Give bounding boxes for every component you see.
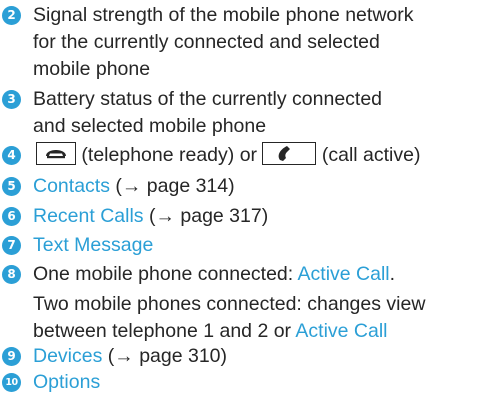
description-line: Battery status of the currently connecte…	[33, 88, 383, 110]
contacts-link[interactable]: Contacts	[33, 175, 110, 197]
active-call-link[interactable]: Active Call	[295, 320, 387, 342]
number-badge: 4	[2, 146, 21, 165]
call-active-text: (call active)	[321, 144, 421, 166]
description-text: between telephone 1 and 2 or	[33, 320, 292, 342]
legend-list: 2 Signal strength of the mobile phone ne…	[0, 0, 483, 394]
number-badge: 9	[2, 347, 21, 366]
options-link[interactable]: Options	[33, 371, 100, 393]
description-line: Signal strength of the mobile phone netw…	[33, 4, 414, 26]
call-active-icon	[262, 142, 317, 165]
page-reference: (→ page 310)	[107, 345, 228, 367]
item-description: Signal strength of the mobile phone netw…	[33, 2, 481, 83]
number-badge: 2	[2, 6, 21, 25]
number-badge: 5	[2, 177, 21, 196]
number-badge: 7	[2, 236, 21, 255]
page-reference: (→ page 314)	[115, 175, 235, 197]
devices-link[interactable]: Devices	[33, 345, 102, 367]
telephone-ready-text: (telephone ready) or	[81, 144, 258, 166]
number-badge: 10	[2, 373, 21, 392]
telephone-ready-icon	[36, 142, 76, 165]
item-description: Devices (→ page 310)	[33, 343, 481, 370]
item-description: Text Message	[33, 232, 481, 259]
active-call-link[interactable]: Active Call	[298, 263, 390, 285]
number-badge: 3	[2, 90, 21, 109]
number-badge: 8	[2, 265, 21, 284]
description-text: One mobile phone connected:	[33, 263, 294, 285]
number-badge: 6	[2, 207, 21, 226]
item-description: One mobile phone connected: Active Call.…	[33, 261, 481, 345]
description-line: between telephone 1 and 2 or Active Call	[33, 318, 481, 345]
item-description: Battery status of the currently connecte…	[33, 86, 481, 140]
description-line: and selected mobile phone	[33, 115, 267, 137]
description-line: One mobile phone connected: Active Call.	[33, 261, 481, 288]
item-description: Options	[33, 369, 481, 396]
recent-calls-link[interactable]: Recent Calls	[33, 205, 144, 227]
description-line: for the currently connected and selected	[33, 31, 380, 53]
description-line: Two mobile phones connected: changes vie…	[33, 293, 426, 315]
item-description: (telephone ready) or (call active)	[33, 142, 481, 169]
punctuation: .	[389, 263, 396, 285]
text-message-link[interactable]: Text Message	[33, 234, 153, 256]
page-reference: (→ page 317)	[148, 205, 269, 227]
item-description: Contacts (→ page 314)	[33, 173, 481, 200]
item-description: Recent Calls (→ page 317)	[33, 203, 481, 230]
description-line: mobile phone	[33, 58, 151, 80]
